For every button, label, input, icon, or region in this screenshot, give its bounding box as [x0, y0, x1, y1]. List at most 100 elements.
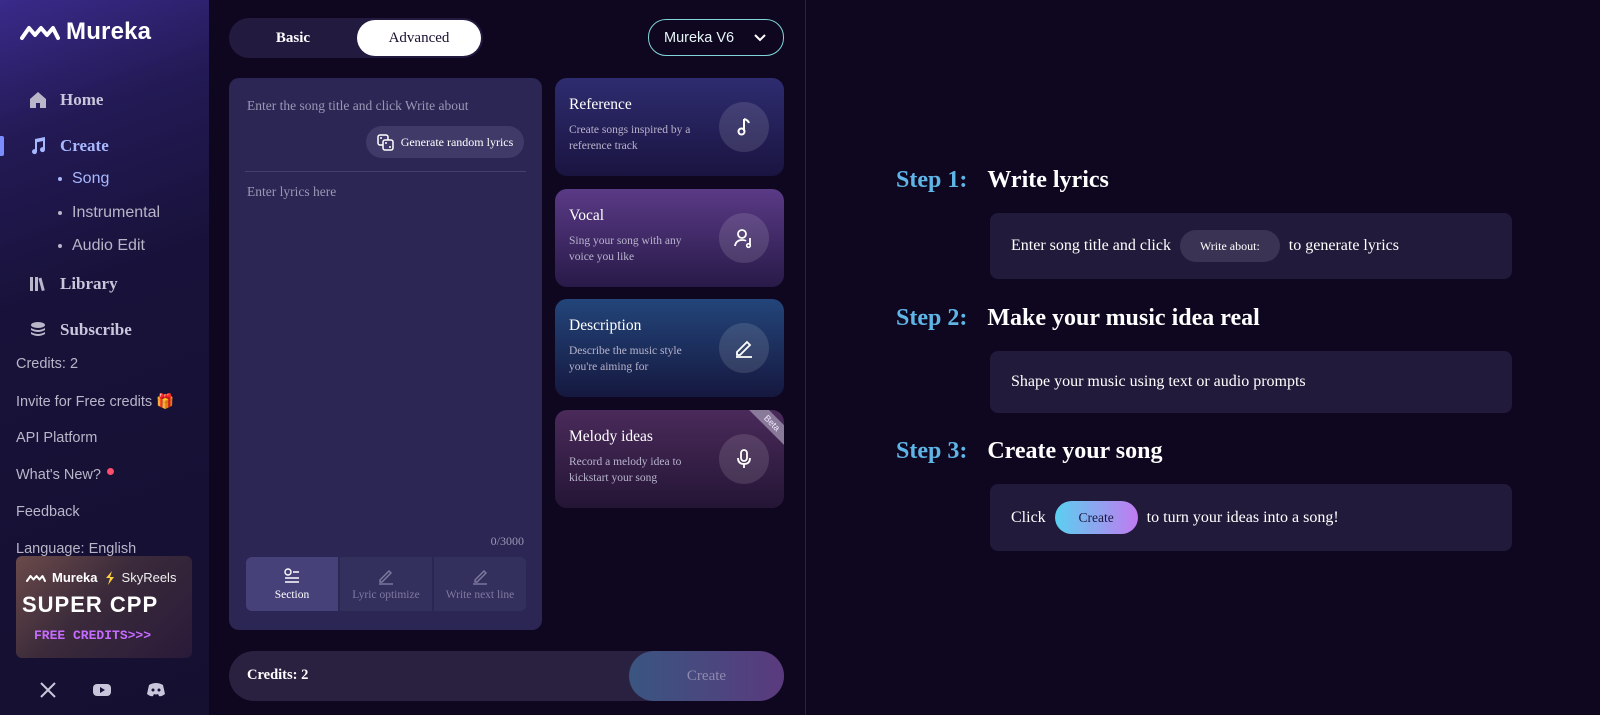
create-pill: Create: [1054, 501, 1138, 534]
reference-icon-circle: [719, 102, 769, 152]
dice-icon: [376, 133, 394, 151]
sub-nav-song-label: Song: [72, 170, 110, 187]
bottom-bar: Credits: 2 Create: [229, 651, 784, 701]
mode-basic-button[interactable]: Basic: [231, 20, 355, 56]
model-select-value: Mureka V6: [664, 29, 735, 46]
bullet-dot: [58, 177, 62, 181]
logo[interactable]: Mureka: [20, 18, 151, 46]
generate-random-lyrics-button[interactable]: Generate random lyrics: [366, 126, 524, 158]
reference-title: Reference: [569, 96, 632, 113]
nav-home-label: Home: [60, 90, 104, 109]
step-1-box: Enter song title and click Write about: …: [990, 213, 1512, 279]
nav-create-label: Create: [60, 136, 109, 155]
invite-link[interactable]: Invite for Free credits 🎁: [16, 393, 174, 410]
promo-headline: SUPER CPP: [22, 592, 159, 617]
description-icon-circle: [719, 323, 769, 373]
nav-subscribe-label: Subscribe: [60, 320, 132, 339]
youtube-icon[interactable]: [92, 680, 112, 700]
melody-ideas-title: Melody ideas: [569, 428, 653, 445]
lyric-optimize-button[interactable]: Lyric optimize: [340, 557, 432, 611]
vocal-desc: Sing your song with any voice you like: [569, 235, 682, 263]
x-twitter-icon[interactable]: [38, 680, 58, 700]
write-about-pill: Write about:: [1179, 230, 1280, 262]
write-next-line-button[interactable]: Write next line: [434, 557, 526, 611]
section-button[interactable]: Section: [246, 557, 338, 611]
lyrics-editor: Enter the song title and click Write abo…: [229, 78, 542, 630]
lyric-optimize-label: Lyric optimize: [352, 589, 420, 601]
section-icon: [284, 568, 299, 583]
promo-banner[interactable]: Mureka SkyReels SUPER CPP FREE CREDITS>>…: [16, 556, 192, 658]
whats-new-label: What's New?: [16, 467, 101, 483]
step-2-box: Shape your music using text or audio pro…: [990, 351, 1512, 413]
panel-divider: [805, 0, 806, 715]
bottom-credits: Credits: 2: [247, 667, 309, 683]
promo-brand-mureka: Mureka: [52, 570, 98, 585]
song-title-input[interactable]: Enter the song title and click Write abo…: [247, 98, 469, 114]
whats-new-link[interactable]: What's New?: [16, 467, 114, 483]
nav-library[interactable]: Library: [28, 274, 118, 294]
melody-ideas-card[interactable]: Melody ideas Record a melody idea to kic…: [555, 410, 784, 508]
step-1-title: Write lyrics: [987, 167, 1109, 193]
step-3-box: Click Create to turn your ideas into a s…: [990, 484, 1512, 551]
promo-brand-skyreels: SkyReels: [121, 570, 177, 585]
step-2-label: Step 2:: [896, 305, 968, 331]
promo-subline: FREE CREDITS>>>: [34, 628, 152, 643]
write-next-line-label: Write next line: [445, 589, 515, 601]
step-1-label: Step 1:: [896, 167, 968, 193]
feedback-link[interactable]: Feedback: [16, 504, 80, 520]
reference-desc: Create songs inspired by a reference tra…: [569, 124, 691, 152]
vocal-card[interactable]: Vocal Sing your song with any voice you …: [555, 189, 784, 287]
discord-icon[interactable]: [146, 680, 166, 700]
step-3-label: Step 3:: [896, 438, 968, 464]
step-3-post: to turn your ideas into a song!: [1146, 508, 1339, 526]
reference-card[interactable]: Reference Create songs inspired by a ref…: [555, 78, 784, 176]
create-button[interactable]: Create: [629, 651, 784, 701]
lyrics-textarea[interactable]: Enter lyrics here: [247, 184, 336, 200]
credits-link[interactable]: Credits: 2: [16, 356, 78, 372]
notification-dot: [106, 467, 114, 475]
chevron-down-icon: [754, 33, 766, 41]
pen-icon: [473, 570, 487, 585]
mode-advanced-button[interactable]: Advanced: [357, 20, 481, 56]
step-3-heading: Step 3: Create your song: [896, 438, 1162, 465]
api-platform-link[interactable]: API Platform: [16, 430, 97, 446]
logo-text: Mureka: [66, 18, 152, 45]
lyrics-tools: Section Lyric optimize Write next line: [246, 557, 526, 611]
melody-ideas-icon-circle: [719, 434, 769, 484]
step-2-title: Make your music idea real: [987, 305, 1260, 331]
sub-nav-song[interactable]: Song: [58, 170, 109, 188]
description-card[interactable]: Description Describe the music style you…: [555, 299, 784, 397]
divider: [245, 171, 526, 172]
nav-subscribe[interactable]: Subscribe: [28, 320, 132, 340]
optimize-pen-icon: [379, 570, 393, 585]
nav-home[interactable]: Home: [28, 90, 103, 110]
nav-create[interactable]: Create: [28, 136, 109, 156]
step-2-heading: Step 2: Make your music idea real: [896, 305, 1260, 332]
bullet-dot: [58, 211, 62, 215]
nav-library-label: Library: [60, 274, 118, 293]
music-note-icon: [737, 118, 750, 136]
mureka-logo-icon: [20, 26, 60, 40]
music-note-icon: [32, 137, 46, 155]
step-1-heading: Step 1: Write lyrics: [896, 167, 1109, 194]
sub-nav-audio-edit[interactable]: Audio Edit: [58, 237, 145, 255]
sub-nav-audio-edit-label: Audio Edit: [72, 237, 145, 254]
sidebar: Mureka Home Create Song Instrumental Aud…: [0, 0, 209, 715]
active-indicator: [0, 136, 4, 156]
bullet-dot: [58, 244, 62, 248]
sub-nav-instrumental[interactable]: Instrumental: [58, 204, 160, 222]
sub-nav-instrumental-label: Instrumental: [72, 204, 161, 221]
coins-icon: [31, 322, 45, 336]
step-1-pre: Enter song title and click: [1011, 237, 1171, 254]
language-link[interactable]: Language: English: [16, 541, 136, 557]
step-2-text: Shape your music using text or audio pro…: [1011, 373, 1306, 390]
vocal-title: Vocal: [569, 207, 605, 224]
model-select[interactable]: Mureka V6: [648, 19, 784, 56]
library-icon: [30, 277, 45, 292]
mode-toggle: Basic Advanced: [229, 18, 483, 58]
home-icon: [30, 92, 46, 108]
character-count: 0/3000: [490, 534, 524, 548]
step-3-pre: Click: [1011, 508, 1046, 526]
step-1-post: to generate lyrics: [1288, 237, 1399, 254]
vocal-icon-circle: [719, 213, 769, 263]
